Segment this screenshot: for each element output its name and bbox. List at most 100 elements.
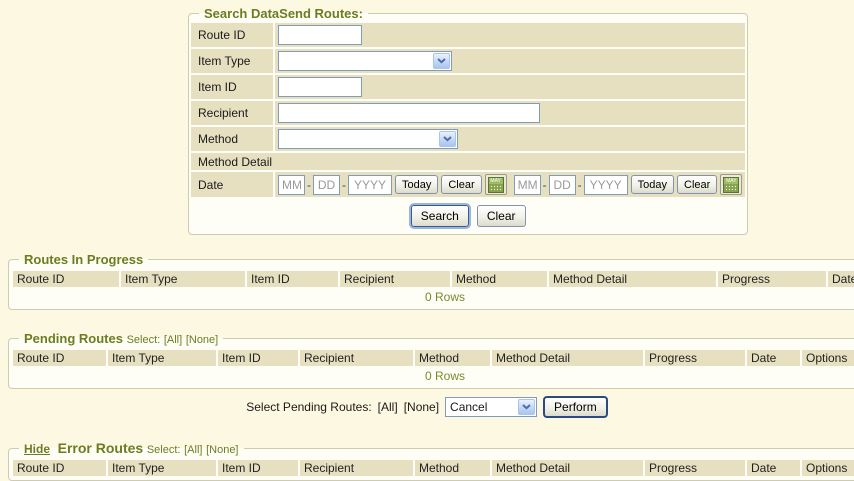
recipient-label: Recipient	[191, 101, 273, 125]
column-header: Route ID	[13, 271, 119, 287]
row-count-label: 0 Rows	[13, 368, 854, 384]
item-id-input[interactable]	[278, 77, 362, 97]
chevron-down-icon	[439, 131, 456, 147]
column-header: Route ID	[13, 460, 106, 476]
date-from-clear-button[interactable]: Clear	[441, 175, 481, 194]
column-header: Options	[802, 460, 854, 476]
date-from-month-input[interactable]	[278, 175, 305, 195]
column-header: Recipient	[340, 271, 450, 287]
item-type-select[interactable]	[278, 51, 452, 71]
column-header: Item Type	[108, 350, 216, 366]
column-header: Item ID	[218, 350, 298, 366]
date-to-day-input[interactable]	[549, 175, 576, 195]
pending-select-none-link[interactable]: [None]	[186, 334, 218, 346]
date-label: Date	[191, 172, 273, 197]
item-id-label: Item ID	[191, 75, 273, 99]
calendar-icon: MAY	[488, 177, 504, 193]
pending-select-all-link[interactable]: [All]	[164, 334, 182, 346]
date-separator: -	[578, 178, 582, 192]
error-select-none-link[interactable]: [None]	[206, 444, 238, 456]
date-to-clear-button[interactable]: Clear	[677, 175, 717, 194]
date-separator: -	[342, 178, 346, 192]
date-from-day-input[interactable]	[313, 175, 340, 195]
column-header: Method Detail	[549, 271, 716, 287]
method-detail-row: Method Detail	[191, 153, 745, 170]
table-header-row: Route ID Item Type Item ID Recipient Met…	[13, 350, 854, 366]
routes-in-progress-section: Routes In Progress Route ID Item Type It…	[8, 252, 854, 310]
column-header: Method	[452, 271, 547, 287]
pending-routes-table: Route ID Item Type Item ID Recipient Met…	[11, 348, 854, 386]
date-from-calendar-button[interactable]: MAY	[485, 174, 507, 195]
method-detail-label: Method Detail	[191, 153, 745, 170]
chevron-down-icon	[518, 399, 535, 415]
pending-actions-row: Select Pending Routes: [All] [None] Canc…	[0, 396, 854, 418]
method-label: Method	[191, 127, 273, 151]
pending-action-all-link[interactable]: [All]	[378, 400, 398, 414]
error-routes-section: Hide Error Routes Select: [All] [None] R…	[8, 440, 854, 481]
empty-row: 0 Rows	[13, 289, 854, 305]
pending-action-label: Select Pending Routes:	[246, 400, 371, 414]
recipient-input[interactable]	[278, 103, 540, 123]
column-header: Progress	[645, 460, 745, 476]
date-to-today-button[interactable]: Today	[631, 175, 674, 194]
date-to-year-input[interactable]	[584, 175, 628, 195]
item-type-label: Item Type	[191, 49, 273, 73]
empty-row: 0 Rows	[13, 368, 854, 384]
column-header: Method	[415, 350, 490, 366]
search-button[interactable]: Search	[411, 205, 469, 227]
column-header: Recipient	[300, 350, 413, 366]
column-header: Item ID	[218, 460, 298, 476]
table-header-row: Route ID Item Type Item ID Recipient Met…	[13, 271, 854, 287]
error-select-label: Select:	[147, 444, 181, 456]
column-header: Recipient	[300, 460, 413, 476]
column-header: Method Detail	[492, 350, 643, 366]
route-id-input[interactable]	[278, 25, 362, 45]
clear-button[interactable]: Clear	[477, 205, 526, 227]
date-from-year-input[interactable]	[348, 175, 392, 195]
calendar-icon: MAY	[723, 177, 739, 193]
table-header-row: Route ID Item Type Item ID Recipient Met…	[13, 460, 854, 476]
error-hide-link[interactable]: Hide	[24, 442, 50, 456]
chevron-down-icon	[433, 53, 450, 69]
column-header: Item ID	[247, 271, 338, 287]
method-row: Method	[191, 127, 745, 151]
method-select[interactable]	[278, 129, 458, 149]
pending-select-label: Select:	[127, 334, 161, 346]
pending-routes-section: Pending Routes Select: [All] [None] Rout…	[8, 331, 854, 389]
routes-in-progress-table: Route ID Item Type Item ID Recipient Met…	[11, 269, 854, 307]
column-header: Method	[415, 460, 490, 476]
column-header: Date	[828, 271, 854, 287]
date-to-calendar-button[interactable]: MAY	[720, 174, 742, 195]
column-header: Method Detail	[492, 460, 643, 476]
column-header: Options	[802, 350, 854, 366]
form-buttons-row: Search Clear	[191, 199, 745, 232]
error-routes-table: Route ID Item Type Item ID Recipient Met…	[11, 458, 854, 478]
column-header: Date	[747, 350, 800, 366]
routes-in-progress-legend: Routes In Progress	[19, 252, 148, 267]
date-to-month-input[interactable]	[514, 175, 541, 195]
pending-action-select[interactable]: Cancel	[445, 397, 537, 417]
column-header: Date	[747, 460, 800, 476]
pending-action-select-value: Cancel	[446, 400, 517, 414]
column-header: Item Type	[121, 271, 245, 287]
column-header: Route ID	[13, 350, 106, 366]
date-separator: -	[543, 178, 547, 192]
item-type-row: Item Type	[191, 49, 745, 73]
date-separator: -	[307, 178, 311, 192]
error-select-all-link[interactable]: [All]	[184, 444, 202, 456]
date-row: Date - - Today Clear MAY - - Today Cle	[191, 172, 745, 197]
column-header: Progress	[718, 271, 826, 287]
error-routes-legend: Error Routes	[58, 440, 144, 456]
date-from-today-button[interactable]: Today	[395, 175, 438, 194]
route-id-label: Route ID	[191, 23, 273, 47]
column-header: Progress	[645, 350, 745, 366]
pending-routes-legend: Pending Routes	[24, 331, 123, 346]
recipient-row: Recipient	[191, 101, 745, 125]
pending-action-none-link[interactable]: [None]	[404, 400, 439, 414]
item-id-row: Item ID	[191, 75, 745, 99]
perform-button[interactable]: Perform	[543, 396, 608, 418]
route-id-row: Route ID	[191, 23, 745, 47]
search-form-legend: Search DataSend Routes:	[199, 6, 368, 21]
column-header: Item Type	[108, 460, 216, 476]
search-routes-form: Search DataSend Routes: Route ID Item Ty…	[188, 6, 748, 235]
